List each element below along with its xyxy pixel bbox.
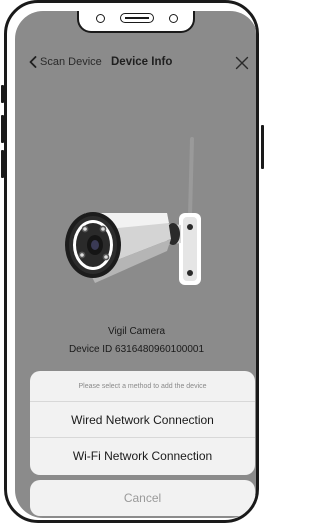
device-id: Device ID 6316480960100001: [68, 344, 205, 355]
phone-frame: Scan Device Device Info Vigil Camera Dev…: [4, 0, 259, 523]
page-title: Device Info: [111, 56, 173, 68]
navigation-bar: Scan Device Device Info: [15, 47, 256, 81]
phone-power-button: [261, 125, 264, 169]
add-method-action-sheet: Please select a method to add the device…: [30, 371, 255, 475]
wifi-network-connection-button[interactable]: Wi-Fi Network Connection: [30, 438, 255, 474]
camera-product-image: [65, 137, 201, 285]
chevron-left-icon: [29, 56, 37, 68]
close-icon: [235, 56, 249, 70]
close-button[interactable]: [235, 56, 249, 70]
back-button[interactable]: Scan Device: [29, 56, 102, 68]
app-screen: Scan Device Device Info Vigil Camera Dev…: [15, 11, 256, 518]
device-name: Vigil Camera: [107, 326, 166, 337]
front-camera-icon: [96, 14, 105, 23]
speaker-icon: [120, 13, 154, 23]
sensor-icon: [169, 14, 178, 23]
cancel-button[interactable]: Cancel: [30, 480, 255, 516]
wired-network-connection-button[interactable]: Wired Network Connection: [30, 402, 255, 438]
back-button-label: Scan Device: [40, 56, 102, 68]
phone-notch: [77, 11, 195, 33]
action-sheet-prompt: Please select a method to add the device: [30, 371, 255, 402]
